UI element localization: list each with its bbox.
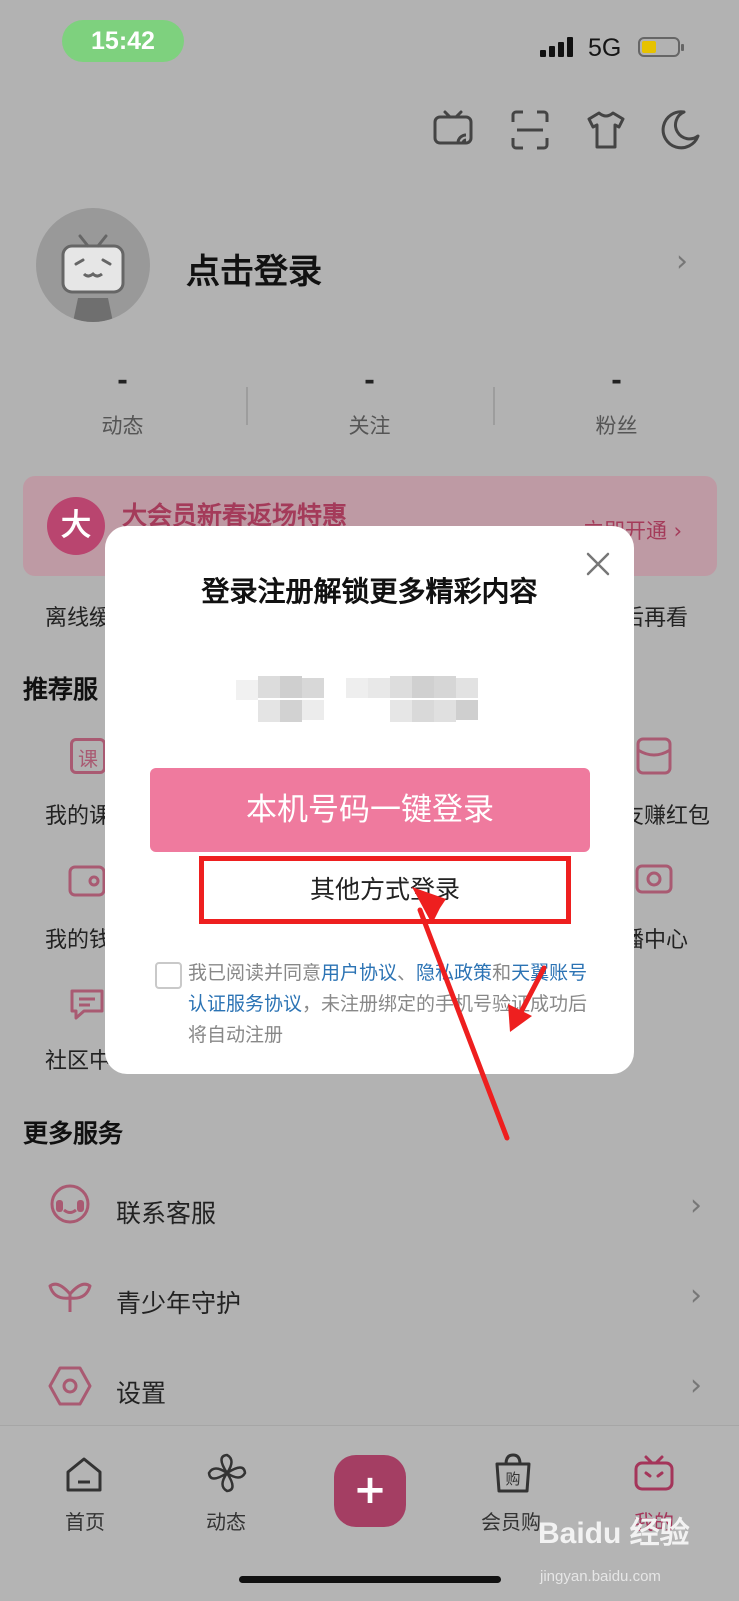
- agreement-text: 我已阅读并同意用户协议、隐私政策和天翼账号认证服务协议，未注册绑定的手机号验证成…: [188, 958, 588, 1051]
- home-indicator: [239, 1576, 501, 1583]
- shop-bag-icon[interactable]: 购: [492, 1452, 534, 1494]
- chevron-right-icon[interactable]: ›: [690, 1278, 702, 1313]
- close-icon[interactable]: [582, 548, 614, 580]
- stat-fans-value: -: [611, 366, 622, 396]
- list-item-settings[interactable]: 设置: [116, 1374, 166, 1410]
- modal-title: 登录注册解锁更多精彩内容: [201, 575, 538, 608]
- service-invite-earn[interactable]: 友赚红包: [622, 798, 710, 830]
- tv-mascot-icon: [61, 234, 125, 322]
- vip-badge: 大: [47, 497, 105, 555]
- baidu-watermark-url: jingyan.baidu.com: [540, 1568, 661, 1585]
- youth-guard-sprout-icon: [48, 1282, 92, 1312]
- service-community[interactable]: 社区中: [45, 1043, 111, 1075]
- section-title-more-services: 更多服务: [23, 1119, 124, 1148]
- privacy-policy-link[interactable]: 隐私政策: [416, 962, 492, 984]
- customer-service-icon: [50, 1184, 90, 1224]
- scan-icon[interactable]: [508, 108, 552, 152]
- theme-shirt-icon[interactable]: [584, 108, 628, 152]
- dynamic-pinwheel-icon[interactable]: [206, 1452, 248, 1494]
- masked-phone-number: [236, 676, 478, 722]
- red-packet-icon: [636, 737, 672, 775]
- user-agreement-link[interactable]: 用户协议: [321, 962, 397, 984]
- agreement-text-1: 我已阅读并同意: [188, 962, 322, 984]
- stat-dynamic-value: -: [117, 366, 128, 396]
- agreement-text-2: 、: [397, 962, 417, 984]
- service-my-course[interactable]: 我的课: [45, 798, 111, 830]
- battery-icon: [638, 37, 684, 57]
- night-mode-moon-icon[interactable]: [658, 108, 702, 152]
- stat-fans-label[interactable]: 粉丝: [494, 410, 739, 440]
- avatar[interactable]: [36, 208, 150, 322]
- chevron-right-icon[interactable]: ›: [676, 244, 688, 279]
- status-time: 15:42: [62, 20, 184, 62]
- nav-home[interactable]: 首页: [25, 1506, 145, 1535]
- stat-following-label[interactable]: 关注: [247, 410, 492, 440]
- course-icon: 课: [70, 738, 106, 774]
- chevron-right-icon[interactable]: ›: [690, 1368, 702, 1403]
- list-item-youth-guard[interactable]: 青少年守护: [116, 1284, 241, 1320]
- baidu-watermark: Baidu 经验: [538, 1517, 690, 1550]
- shop-bag-char: 购: [505, 1470, 520, 1488]
- section-title-recommended: 推荐服: [23, 675, 99, 704]
- service-my-wallet[interactable]: 我的钱: [45, 922, 111, 954]
- publish-plus-button[interactable]: +: [334, 1455, 406, 1527]
- community-chat-icon: [70, 989, 104, 1020]
- network-type: 5G: [588, 34, 622, 62]
- chevron-right-icon[interactable]: ›: [690, 1188, 702, 1223]
- live-center-icon: [635, 864, 673, 894]
- home-icon[interactable]: [64, 1455, 104, 1493]
- stat-following-value: -: [364, 366, 375, 396]
- login-prompt[interactable]: 点击登录: [186, 244, 322, 293]
- agreement-checkbox[interactable]: [155, 962, 182, 989]
- nav-dynamic[interactable]: 动态: [166, 1506, 286, 1535]
- stat-dynamic-label[interactable]: 动态: [0, 410, 245, 440]
- wallet-icon: [68, 865, 106, 897]
- other-login-methods-button[interactable]: 其他方式登录: [199, 856, 571, 924]
- agreement-text-3: 和: [492, 962, 512, 984]
- tv-cast-icon[interactable]: [432, 108, 476, 152]
- one-click-login-button[interactable]: 本机号码一键登录: [150, 768, 590, 852]
- quick-item-offline[interactable]: 离线缓: [45, 600, 111, 632]
- settings-gear-icon: [48, 1366, 92, 1406]
- signal-icon: [540, 37, 576, 57]
- list-item-customer-service[interactable]: 联系客服: [116, 1194, 216, 1230]
- my-tv-icon[interactable]: [633, 1454, 675, 1492]
